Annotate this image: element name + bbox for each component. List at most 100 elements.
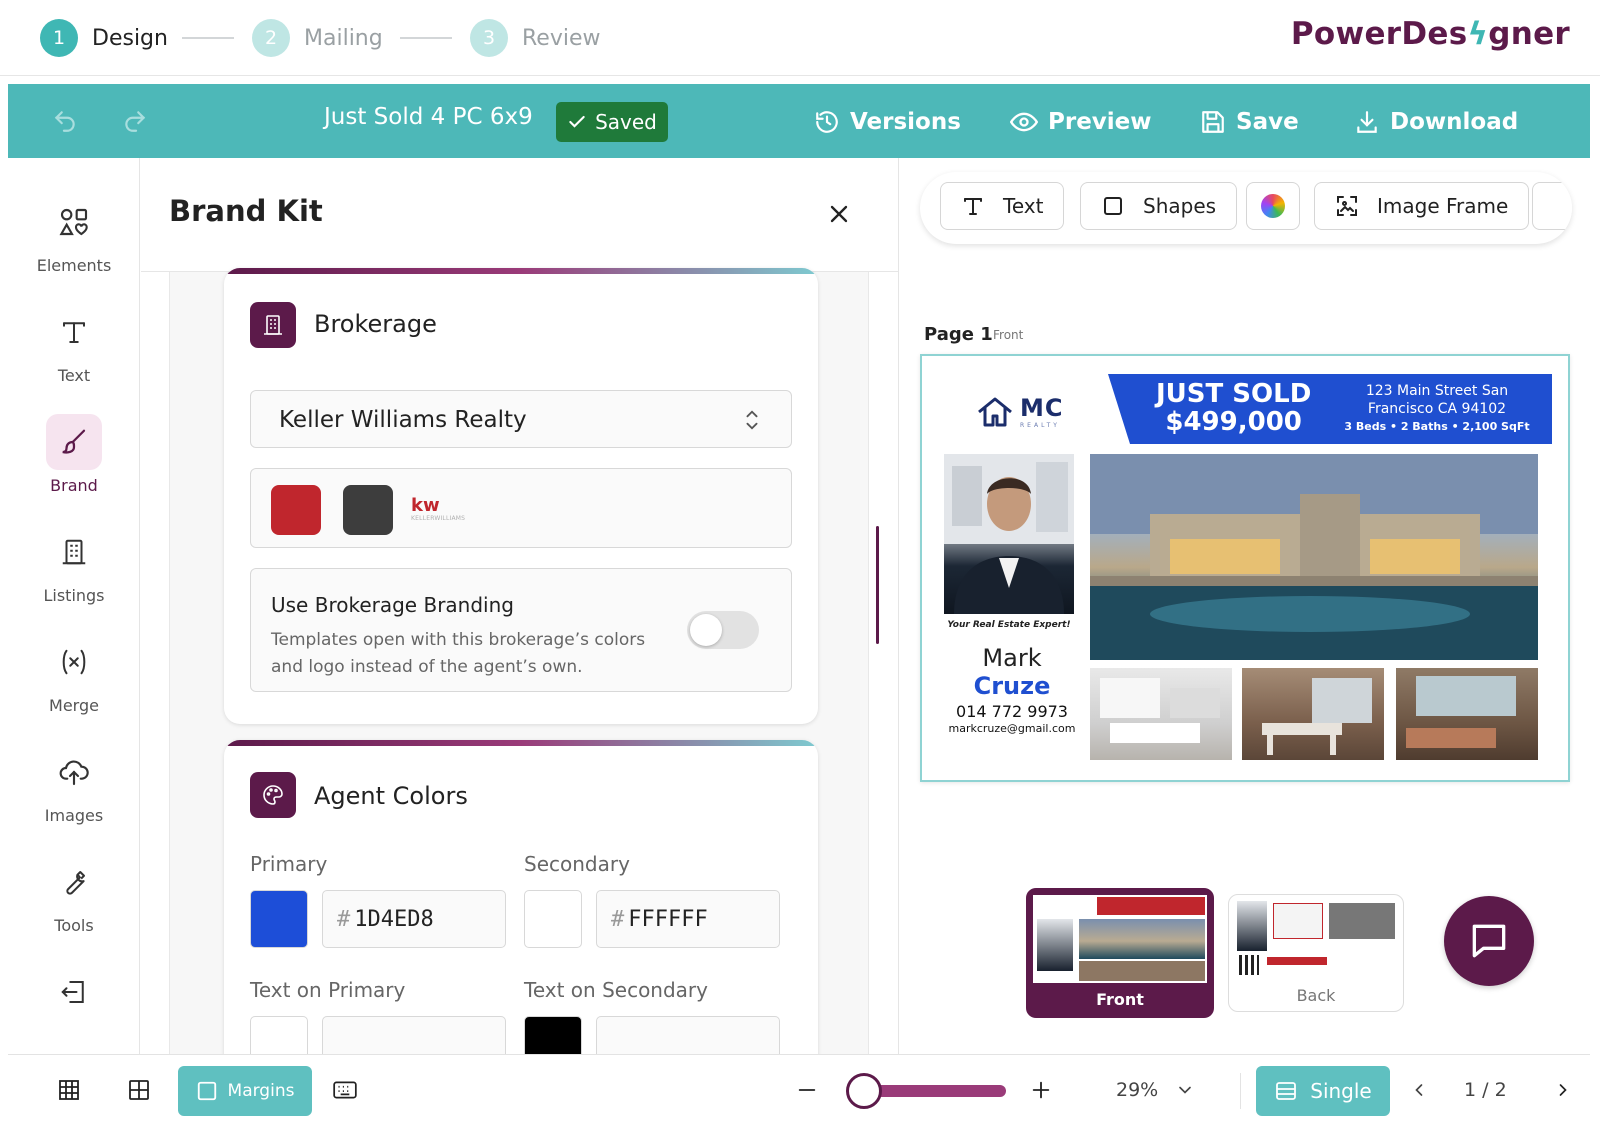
page-label: Page 1 <box>924 324 993 345</box>
wrench-icon <box>46 854 102 910</box>
primary-color-swatch[interactable] <box>250 890 308 948</box>
step-label: Mailing <box>304 25 383 51</box>
page-counter: 1 / 2 <box>1464 1079 1507 1101</box>
panel-scroll-area: Brokerage Keller Williams Realty kw KELL… <box>169 268 869 1054</box>
step-connector <box>182 37 234 39</box>
text-on-primary-hex-input[interactable] <box>322 1016 506 1054</box>
palette-icon <box>250 772 296 818</box>
undo-icon[interactable] <box>50 106 80 136</box>
keyboard-icon[interactable] <box>330 1075 360 1105</box>
margins-label: Margins <box>227 1081 295 1101</box>
property-photo-living-room <box>1396 668 1538 760</box>
rail-item-brand[interactable]: Brand <box>8 414 140 510</box>
step-design[interactable]: 1 Design <box>40 18 168 58</box>
document-title[interactable]: Just Sold 4 PC 6x9 <box>324 104 533 130</box>
rail-item-listings[interactable]: Listings <box>8 524 140 620</box>
toggle-title: Use Brokerage Branding <box>271 593 514 617</box>
more-elements-button[interactable] <box>1532 182 1572 230</box>
left-icon-rail: Elements Text Brand Listings Merge Image… <box>8 158 140 1054</box>
add-text-button[interactable]: Text <box>940 182 1065 230</box>
hash-prefix: # <box>337 906 351 932</box>
rail-item-tools[interactable]: Tools <box>8 854 140 950</box>
property-main-photo <box>1090 454 1538 660</box>
image-frame-button[interactable]: Image Frame <box>1314 182 1530 230</box>
rail-label: Listings <box>43 586 105 605</box>
address-line-2: Francisco CA 94102 <box>1367 401 1507 417</box>
rail-item-images[interactable]: Images <box>8 744 140 840</box>
add-shapes-button[interactable]: Shapes <box>1080 182 1238 230</box>
color-picker-button[interactable] <box>1246 182 1300 230</box>
agent-first-name: Mark <box>982 644 1042 672</box>
history-icon <box>816 111 838 133</box>
rail-item-text[interactable]: Text <box>8 304 140 400</box>
page-side-label: Front <box>993 328 1024 342</box>
primary-hex-input[interactable]: #1D4ED8 <box>322 890 506 948</box>
text-on-secondary-swatch[interactable] <box>524 1016 582 1054</box>
rail-item-elements[interactable]: Elements <box>8 194 140 290</box>
secondary-hex-input[interactable]: # FFFFFF <box>596 890 780 948</box>
color-wheel-icon <box>1261 194 1285 218</box>
grid-icon[interactable] <box>54 1075 84 1105</box>
download-label: Download <box>1390 109 1519 135</box>
single-view-button[interactable]: Single <box>1256 1066 1390 1116</box>
chat-button[interactable] <box>1444 896 1534 986</box>
zoom-out-icon[interactable] <box>792 1075 822 1105</box>
layout-grid-icon[interactable] <box>124 1075 154 1105</box>
step-label: Review <box>522 25 601 51</box>
address-line-1: 123 Main Street San <box>1365 383 1509 399</box>
powerdesigner-logo: PowerDesϟgner <box>1291 16 1570 52</box>
secondary-color-swatch[interactable] <box>524 890 582 948</box>
step-connector <box>400 37 452 39</box>
secondary-hex-value: FFFFFF <box>628 906 708 932</box>
brokerage-branding-setting: Use Brokerage Branding Templates open wi… <box>250 568 792 692</box>
brokerage-branding-toggle[interactable] <box>687 611 759 649</box>
page-thumbnail-back[interactable]: Back <box>1228 894 1404 1012</box>
design-page[interactable]: MC REALTY JUST SOLD $499,000 123 Main St… <box>920 354 1570 782</box>
bottom-bar: Margins 29% Single 1 / 2 <box>8 1054 1590 1124</box>
chevron-right-icon[interactable] <box>1548 1075 1578 1105</box>
step-mailing[interactable]: 2 Mailing <box>252 18 383 58</box>
paintbrush-icon <box>46 414 102 470</box>
panel-scrollbar[interactable] <box>876 526 879 644</box>
text-on-primary-swatch[interactable] <box>250 1016 308 1054</box>
check-icon <box>569 115 585 128</box>
card-accent-bar <box>224 740 818 746</box>
close-icon[interactable] <box>825 200 855 230</box>
building-icon <box>46 524 102 580</box>
sold-headline: JUST SOLD $499,000 <box>1156 380 1311 436</box>
margins-toggle-button[interactable]: Margins <box>178 1066 312 1116</box>
brokerage-select[interactable]: Keller Williams Realty <box>250 390 792 448</box>
zoom-level[interactable]: 29% <box>1116 1079 1158 1101</box>
chevron-left-icon[interactable] <box>1404 1075 1434 1105</box>
redo-icon[interactable] <box>120 106 150 136</box>
page-thumbnail-front[interactable]: Front <box>1026 888 1214 1018</box>
panel-title: Brand Kit <box>169 194 323 228</box>
download-button[interactable]: Download <box>1354 102 1518 142</box>
step-number: 1 <box>40 19 78 57</box>
text-on-secondary-hex-input[interactable] <box>596 1016 780 1054</box>
elements-toolbar: Text Shapes Image Frame <box>920 172 1572 244</box>
zoom-slider-handle[interactable] <box>846 1073 882 1109</box>
building-icon <box>250 302 296 348</box>
rail-item-exit[interactable] <box>8 964 140 1060</box>
rail-label: Text <box>57 366 91 385</box>
house-icon <box>978 397 1012 426</box>
primary-hex-value: 1D4ED8 <box>354 906 434 932</box>
kw-logo-mark: kw <box>411 495 440 516</box>
single-view-label: Single <box>1310 1079 1372 1103</box>
stepper-header: 1 Design 2 Mailing 3 Review PowerDesϟgne… <box>0 0 1600 76</box>
zoom-in-icon[interactable] <box>1026 1075 1056 1105</box>
primary-label: Primary <box>250 852 328 876</box>
price-text: $499,000 <box>1165 407 1302 437</box>
step-review[interactable]: 3 Review <box>470 18 601 58</box>
chevron-down-icon[interactable] <box>1170 1075 1200 1105</box>
versions-button[interactable]: Versions <box>814 102 961 142</box>
rows-icon <box>1276 1082 1297 1100</box>
save-button[interactable]: Save <box>1200 102 1299 142</box>
chevron-up-down-icon <box>741 407 763 433</box>
postcard-front: MC REALTY JUST SOLD $499,000 123 Main St… <box>940 374 1552 764</box>
rail-item-merge[interactable]: Merge <box>8 634 140 730</box>
logo-text-start: PowerDes <box>1290 16 1468 52</box>
preview-button[interactable]: Preview <box>1010 102 1152 142</box>
property-photo-kitchen <box>1090 668 1232 760</box>
